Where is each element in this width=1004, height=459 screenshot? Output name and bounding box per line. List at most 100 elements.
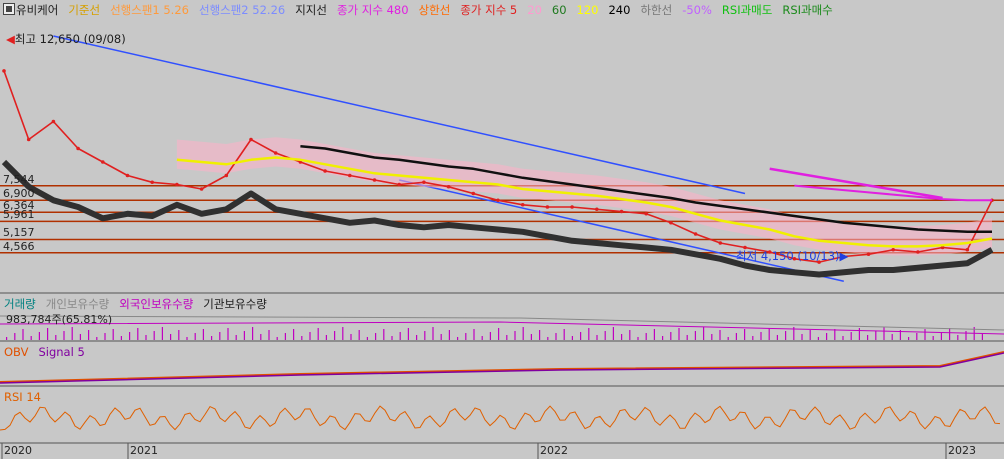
main-legend: 유비케어 기준선 선행스팬1 5.26 선행스팬2 52.26 지지선 종가 지수 480… xyxy=(16,2,843,18)
volume-bar-56 xyxy=(465,333,467,340)
legend-item-3[interactable]: 선행스팬2 52.26 xyxy=(199,3,285,17)
volume-bar-6 xyxy=(55,335,57,340)
obv-legend-item-0[interactable]: OBV xyxy=(4,345,28,359)
volume-bar-107 xyxy=(883,327,885,340)
high-arrow-icon: ◀ xyxy=(6,32,15,46)
legend-item-4[interactable]: 지지선 xyxy=(295,3,327,17)
legend-item-5[interactable]: 종가 지수 480 xyxy=(337,3,409,17)
volume-bar-14 xyxy=(120,336,122,340)
price-point-13 xyxy=(323,169,327,173)
price-level-label-5: 4,566 xyxy=(3,239,35,253)
volume-bar-114 xyxy=(940,332,942,340)
volume-bar-11 xyxy=(96,337,98,340)
legend-item-7[interactable]: 종가 지수 5 xyxy=(460,3,517,17)
legend-item-13[interactable]: -50% xyxy=(682,3,712,17)
chart-window: 유비케어 기준선 선행스팬1 5.26 선행스팬2 52.26 지지선 종가 지수 480… xyxy=(0,0,1004,459)
price-point-36 xyxy=(891,247,895,252)
volume-bar-108 xyxy=(891,334,893,340)
volume-legend-item-2[interactable]: 외국인보유수량 xyxy=(119,297,193,311)
volume-bar-63 xyxy=(522,327,524,340)
volume-bar-22 xyxy=(186,337,188,340)
stock-chart-canvas[interactable] xyxy=(0,0,1004,459)
volume-bar-40 xyxy=(334,331,336,340)
volume-bar-84 xyxy=(694,331,696,340)
volume-bar-73 xyxy=(604,331,606,340)
price-point-21 xyxy=(520,202,525,207)
volume-bar-20 xyxy=(170,334,172,340)
legend-item-8[interactable]: 20 xyxy=(527,3,542,17)
price-point-22 xyxy=(545,205,550,209)
volume-bar-85 xyxy=(703,327,705,340)
volume-bar-57 xyxy=(473,329,475,340)
volume-bar-9 xyxy=(79,334,81,340)
volume-bar-41 xyxy=(342,327,344,340)
obv-legend-item-1[interactable]: Signal 5 xyxy=(38,345,84,359)
price-point-15 xyxy=(372,178,377,182)
volume-bar-116 xyxy=(957,335,959,340)
price-point-39 xyxy=(965,247,970,252)
price-point-37 xyxy=(916,250,920,254)
volume-bar-81 xyxy=(670,332,672,340)
price-point-8 xyxy=(199,187,204,191)
price-point-14 xyxy=(348,173,352,178)
price-point-18 xyxy=(446,184,451,189)
volume-bar-52 xyxy=(432,327,434,340)
legend-item-6[interactable]: 상한선 xyxy=(419,3,451,17)
volume-bar-50 xyxy=(416,335,418,340)
volume-bar-71 xyxy=(588,328,590,340)
volume-bar-100 xyxy=(826,333,828,340)
volume-bar-62 xyxy=(514,331,516,340)
legend-item-0[interactable]: 유비케어 xyxy=(16,3,58,17)
volume-bar-27 xyxy=(227,328,229,340)
volume-bar-37 xyxy=(309,332,311,340)
legend-item-2[interactable]: 선행스팬1 5.26 xyxy=(110,3,189,17)
volume-bar-83 xyxy=(686,335,688,340)
volume-bar-36 xyxy=(301,336,303,340)
volume-bar-33 xyxy=(276,337,278,340)
price-point-23 xyxy=(570,205,574,209)
volume-legend-item-0[interactable]: 거래량 xyxy=(4,297,36,311)
volume-bar-92 xyxy=(760,332,762,340)
volume-bar-106 xyxy=(875,331,877,340)
price-point-5 xyxy=(125,173,130,178)
legend-item-9[interactable]: 60 xyxy=(552,3,567,17)
volume-bar-94 xyxy=(776,335,778,340)
volume-bar-99 xyxy=(817,337,819,340)
volume-bar-113 xyxy=(932,336,934,340)
volume-bar-77 xyxy=(637,337,639,340)
volume-legend-item-1[interactable]: 개인보유수량 xyxy=(46,297,109,311)
low-label: 최저 4,150 (10/13) xyxy=(736,249,840,263)
volume-bar-59 xyxy=(489,332,491,340)
legend-item-11[interactable]: 240 xyxy=(608,3,630,17)
rsi-legend-item-0[interactable]: RSI 14 xyxy=(4,390,41,404)
low-arrow-icon: ▶ xyxy=(839,249,849,263)
legend-item-15[interactable]: RSI과매수 xyxy=(782,3,832,17)
volume-bar-111 xyxy=(916,333,918,340)
price-point-2 xyxy=(51,119,56,124)
price-point-25 xyxy=(619,209,624,214)
volume-bar-2 xyxy=(22,329,24,340)
legend-item-14[interactable]: RSI과매도 xyxy=(722,3,772,17)
volume-bar-91 xyxy=(752,336,754,340)
volume-legend: 거래량 개인보유수량 외국인보유수량 기관보유수량 xyxy=(4,296,277,312)
volume-bar-48 xyxy=(399,332,401,340)
price-level-label-1: 6,900 xyxy=(3,187,35,201)
volume-bar-79 xyxy=(653,329,655,340)
volume-bar-8 xyxy=(71,327,73,340)
legend-item-10[interactable]: 120 xyxy=(577,3,599,17)
volume-bar-72 xyxy=(596,335,598,340)
volume-bar-15 xyxy=(129,332,131,340)
volume-bar-43 xyxy=(358,330,360,340)
volume-bar-115 xyxy=(949,328,951,340)
price-point-28 xyxy=(693,232,698,236)
volume-bar-19 xyxy=(161,327,163,340)
chart-menu-button[interactable] xyxy=(3,3,15,15)
volume-bar-95 xyxy=(785,331,787,340)
volume-legend-item-3[interactable]: 기관보유수량 xyxy=(203,297,266,311)
volume-bar-3 xyxy=(30,336,32,340)
legend-item-12[interactable]: 하한선 xyxy=(640,3,672,17)
volume-bar-46 xyxy=(383,329,385,340)
volume-bar-0 xyxy=(6,337,8,340)
volume-bar-51 xyxy=(424,331,426,340)
legend-item-1[interactable]: 기준선 xyxy=(68,3,100,17)
